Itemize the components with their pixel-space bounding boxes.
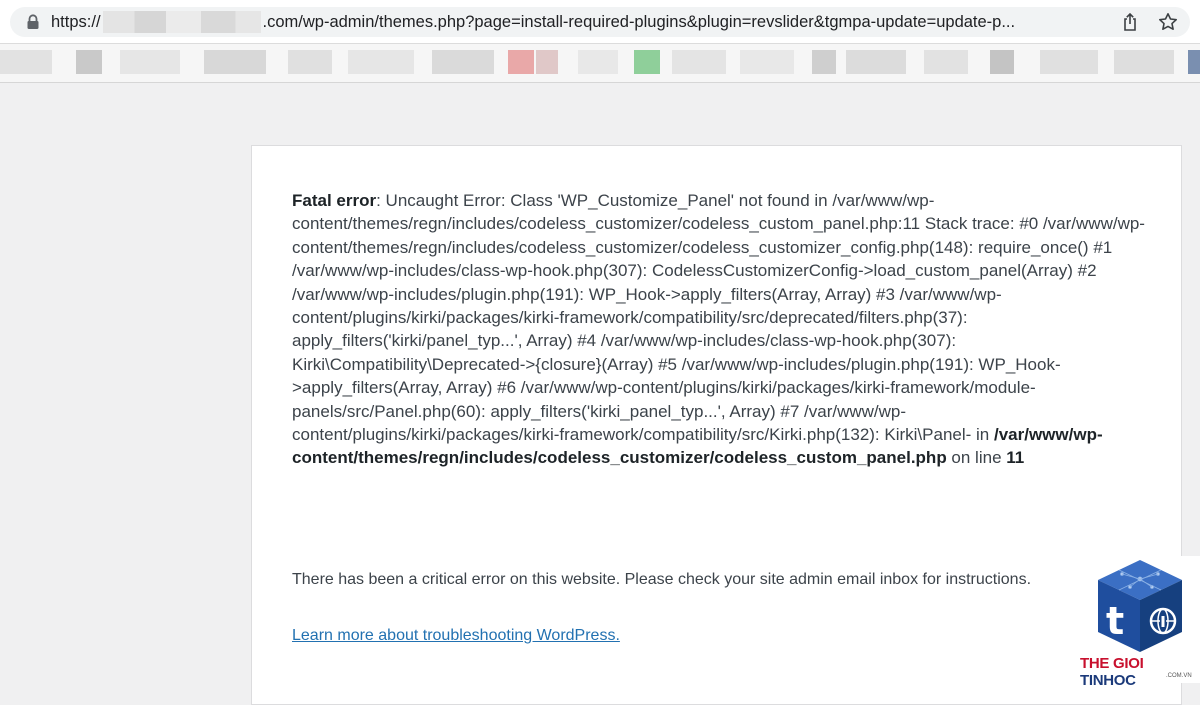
bookmark-item[interactable] [120, 50, 180, 74]
share-icon[interactable] [1122, 13, 1138, 31]
bookmark-item[interactable] [1040, 50, 1098, 74]
watermark-text-blue: TINHOC [1080, 672, 1136, 689]
bookmark-item[interactable] [672, 50, 726, 74]
url-text[interactable]: https:// .com/wp-admin/themes.php?page=in… [51, 7, 1121, 37]
bookmark-item[interactable] [990, 50, 1014, 74]
bookmark-item[interactable] [0, 50, 52, 74]
logo-letter: t [1106, 599, 1124, 643]
bookmark-item[interactable] [634, 50, 660, 74]
on-line-text: on line [946, 448, 1007, 468]
bookmark-item[interactable] [432, 50, 494, 74]
bookmark-item[interactable] [1188, 50, 1200, 74]
fatal-error-label: Fatal error [292, 191, 377, 210]
lock-icon[interactable] [26, 14, 40, 30]
url-path: .com/wp-admin/themes.php?page=install-re… [262, 13, 1016, 31]
bookmarks-bar [0, 44, 1200, 83]
watermark-domain: .COM.VN [1166, 673, 1192, 679]
redacted-domain [102, 10, 261, 33]
cube-logo-icon: t [1098, 560, 1182, 652]
bookmark-item[interactable] [508, 50, 534, 74]
bookmark-item[interactable] [578, 50, 618, 74]
critical-error-message: There has been a critical error on this … [292, 571, 1032, 588]
site-watermark: t THE GIOI TINHOC .COM.VN [1078, 556, 1200, 689]
bookmark-item[interactable] [846, 50, 906, 74]
bookmark-item[interactable] [812, 50, 836, 74]
star-icon[interactable] [1158, 12, 1178, 32]
watermark-text: THE GIOI TINHOC [1080, 655, 1200, 689]
browser-toolbar: https:// .com/wp-admin/themes.php?page=in… [0, 0, 1200, 44]
watermark-text-red: THE GIOI [1080, 655, 1144, 672]
stack-trace: : Uncaught Error: Class 'WP_Customize_Pa… [292, 191, 1145, 445]
bookmark-item[interactable] [288, 50, 332, 74]
error-line-number: 11 [1006, 448, 1025, 468]
error-message-card: Fatal error: Uncaught Error: Class 'WP_C… [251, 145, 1182, 705]
bookmark-item[interactable] [536, 50, 558, 74]
bookmark-item[interactable] [204, 50, 266, 74]
url-prefix: https:// [51, 13, 101, 31]
address-bar[interactable]: https:// .com/wp-admin/themes.php?page=in… [10, 7, 1190, 37]
bookmark-item[interactable] [1114, 50, 1174, 74]
bookmark-item[interactable] [76, 50, 102, 74]
bookmark-item[interactable] [348, 50, 414, 74]
troubleshooting-link[interactable]: Learn more about troubleshooting WordPre… [292, 625, 620, 647]
bookmark-item[interactable] [740, 50, 794, 74]
bookmark-item[interactable] [924, 50, 968, 74]
fatal-error-text: Fatal error: Uncaught Error: Class 'WP_C… [292, 189, 1152, 470]
